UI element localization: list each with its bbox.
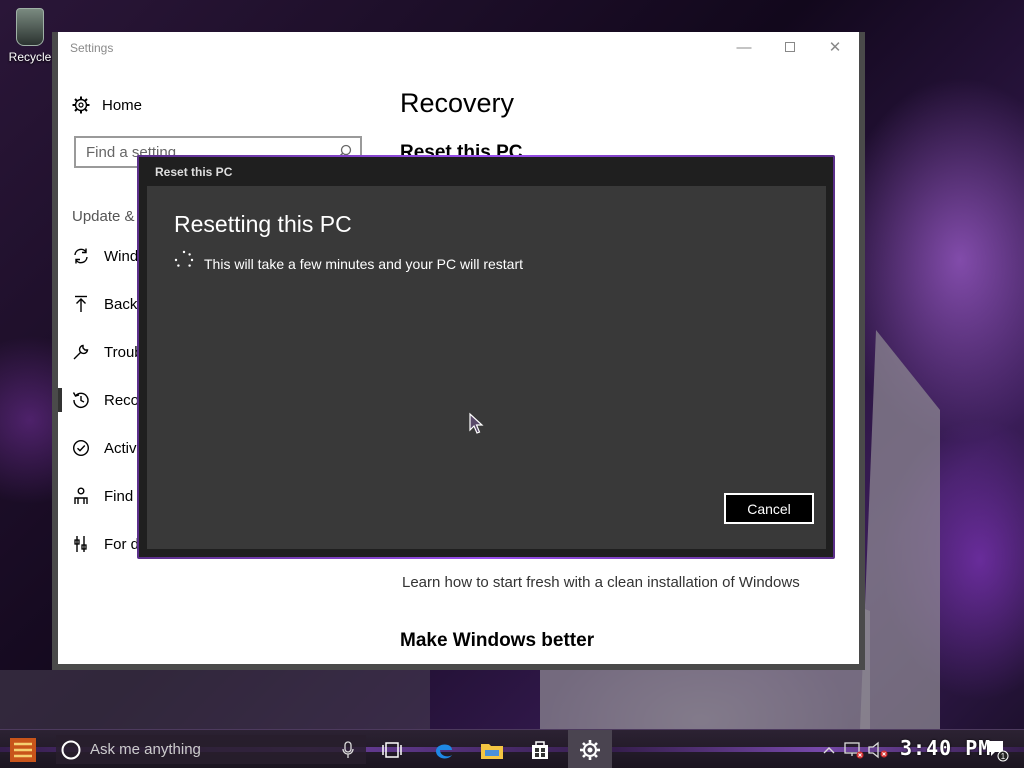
- make-windows-better-title: Make Windows better: [400, 630, 595, 651]
- maximize-icon: [785, 42, 795, 52]
- notification-count: 1: [1001, 752, 1006, 761]
- developer-icon: [74, 536, 87, 552]
- network-status-button[interactable]: [842, 736, 866, 764]
- sidebar-item-recovery[interactable]: Reco: [72, 388, 139, 412]
- chevron-up-icon: [823, 747, 835, 754]
- page-title: Recovery: [400, 88, 515, 118]
- store-button[interactable]: [526, 736, 554, 764]
- taskbar: Ask me anything 3:40 PM 1: [0, 729, 1024, 768]
- check-circle-icon: [72, 439, 90, 457]
- wallpaper-figure: [860, 330, 940, 730]
- reset-pc-dialog: Reset this PC Resetting this PC This wil…: [139, 157, 833, 557]
- sidebar-item-label: Find: [104, 487, 134, 505]
- edge-browser-icon: [436, 744, 452, 759]
- store-icon: [532, 741, 548, 759]
- nav-home[interactable]: Home: [72, 94, 142, 116]
- sidebar-item-label: Activ: [104, 439, 137, 457]
- upload-arrow-icon: [75, 295, 87, 312]
- dialog-message: This will take a few minutes and your PC…: [204, 256, 523, 272]
- cortana-search-placeholder: Ask me anything: [90, 741, 201, 758]
- dialog-body: Resetting this PC This will take a few m…: [147, 186, 826, 549]
- person-icon: [74, 487, 88, 504]
- cortana-circle-icon: [61, 740, 81, 759]
- nav-section-label: Update &: [72, 208, 135, 225]
- folder-icon: [481, 744, 503, 759]
- maximize-button[interactable]: [779, 38, 801, 58]
- dialog-title: Reset this PC: [155, 165, 233, 179]
- gear-icon: [72, 96, 90, 114]
- dialog-heading: Resetting this PC: [174, 211, 352, 237]
- sidebar-item-for-developers[interactable]: For d: [72, 532, 139, 556]
- refresh-icon: [74, 248, 88, 264]
- sidebar-item-activation[interactable]: Activ: [72, 436, 137, 460]
- microphone-icon[interactable]: [341, 741, 355, 759]
- file-explorer-button[interactable]: [478, 736, 506, 764]
- sidebar-item-windows-update[interactable]: Wind: [72, 244, 138, 268]
- sidebar-item-troubleshoot[interactable]: Troub: [72, 340, 143, 364]
- start-button[interactable]: [8, 736, 38, 764]
- task-view-icon: [382, 742, 402, 758]
- learn-fresh-start-link[interactable]: Learn how to start fresh with a clean in…: [402, 574, 800, 591]
- wallpaper-shadow: [0, 670, 430, 730]
- loading-spinner-icon: [174, 250, 194, 267]
- sidebar-item-find-my-device[interactable]: Find: [72, 484, 133, 508]
- sidebar-item-label: For d: [104, 535, 140, 553]
- nav-active-indicator: [58, 388, 62, 412]
- recycle-bin-shortcut[interactable]: Recycle: [6, 8, 54, 64]
- sidebar-item-backup[interactable]: Backu: [72, 292, 146, 316]
- action-center-button[interactable]: 1: [982, 736, 1012, 764]
- network-disconnected-icon: [844, 742, 864, 759]
- settings-titlebar[interactable]: Settings — ✕: [58, 32, 859, 64]
- edge-button[interactable]: [430, 736, 458, 764]
- nav-home-label: Home: [102, 96, 143, 114]
- sidebar-item-label: Reco: [104, 391, 140, 409]
- recycle-bin-label: Recycle: [8, 50, 52, 64]
- recycle-bin-icon: [16, 8, 44, 46]
- mouse-cursor-icon: [469, 412, 484, 434]
- close-button[interactable]: ✕: [824, 38, 846, 58]
- volume-muted-icon: [868, 741, 888, 759]
- settings-taskbar-button[interactable]: [568, 730, 612, 768]
- minimize-button[interactable]: —: [733, 38, 755, 58]
- cortana-search-box[interactable]: Ask me anything: [56, 735, 366, 764]
- task-view-button[interactable]: [378, 736, 406, 764]
- settings-gear-icon: [580, 740, 600, 760]
- window-title: Settings: [70, 41, 114, 55]
- sidebar-item-label: Wind: [104, 247, 139, 265]
- show-hidden-icons-button[interactable]: [820, 736, 838, 764]
- volume-button[interactable]: [866, 736, 890, 764]
- wrench-icon: [73, 344, 89, 360]
- cancel-button[interactable]: Cancel: [724, 493, 814, 524]
- taskbar-clock[interactable]: 3:40 PM: [900, 736, 991, 760]
- history-icon: [72, 392, 89, 409]
- notifications-icon: 1: [987, 741, 1009, 762]
